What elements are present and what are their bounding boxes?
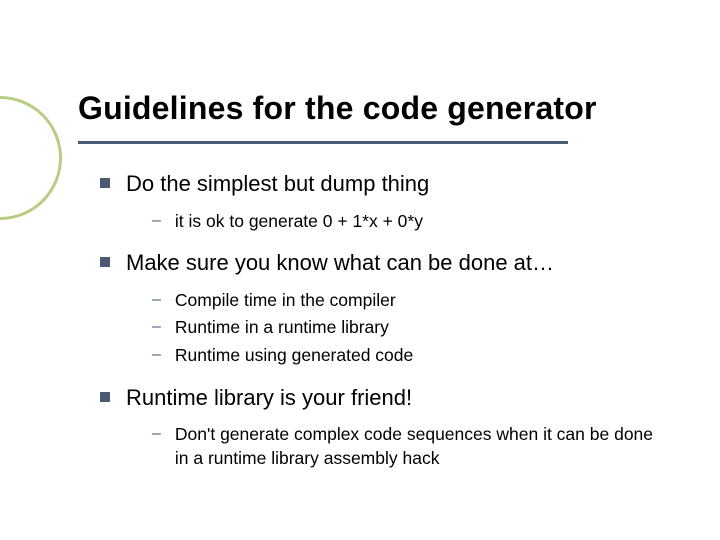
bullet-item: Runtime library is your friend! xyxy=(100,384,670,412)
sub-bullet-item: – Runtime in a runtime library xyxy=(152,316,670,340)
bullet-item: Do the simplest but dump thing xyxy=(100,170,670,198)
dash-bullet-icon: – xyxy=(152,291,161,309)
square-bullet-icon xyxy=(100,392,110,402)
dash-bullet-icon: – xyxy=(152,425,161,443)
sub-bullet-item: – Compile time in the compiler xyxy=(152,289,670,313)
dash-bullet-icon: – xyxy=(152,318,161,336)
slide-content: Do the simplest but dump thing – it is o… xyxy=(78,170,670,470)
sub-bullet-item: – Runtime using generated code xyxy=(152,344,670,368)
sub-bullet-text: Runtime using generated code xyxy=(175,344,413,368)
sub-bullet-group: – Don't generate complex code sequences … xyxy=(100,423,670,470)
sub-bullet-group: – it is ok to generate 0 + 1*x + 0*y xyxy=(100,210,670,234)
title-underline xyxy=(78,141,568,144)
bullet-text: Make sure you know what can be done at… xyxy=(126,249,554,277)
sub-bullet-text: Runtime in a runtime library xyxy=(175,316,389,340)
dash-bullet-icon: – xyxy=(152,212,161,230)
sub-bullet-item: – Don't generate complex code sequences … xyxy=(152,423,670,470)
bullet-item: Make sure you know what can be done at… xyxy=(100,249,670,277)
bullet-text: Runtime library is your friend! xyxy=(126,384,412,412)
sub-bullet-text: it is ok to generate 0 + 1*x + 0*y xyxy=(175,210,423,234)
bullet-text: Do the simplest but dump thing xyxy=(126,170,429,198)
dash-bullet-icon: – xyxy=(152,346,161,364)
square-bullet-icon xyxy=(100,257,110,267)
sub-bullet-text: Don't generate complex code sequences wh… xyxy=(175,423,655,470)
square-bullet-icon xyxy=(100,178,110,188)
sub-bullet-item: – it is ok to generate 0 + 1*x + 0*y xyxy=(152,210,670,234)
sub-bullet-group: – Compile time in the compiler – Runtime… xyxy=(100,289,670,368)
slide-title: Guidelines for the code generator xyxy=(78,90,670,127)
slide-container: Guidelines for the code generator Do the… xyxy=(0,0,720,526)
sub-bullet-text: Compile time in the compiler xyxy=(175,289,396,313)
